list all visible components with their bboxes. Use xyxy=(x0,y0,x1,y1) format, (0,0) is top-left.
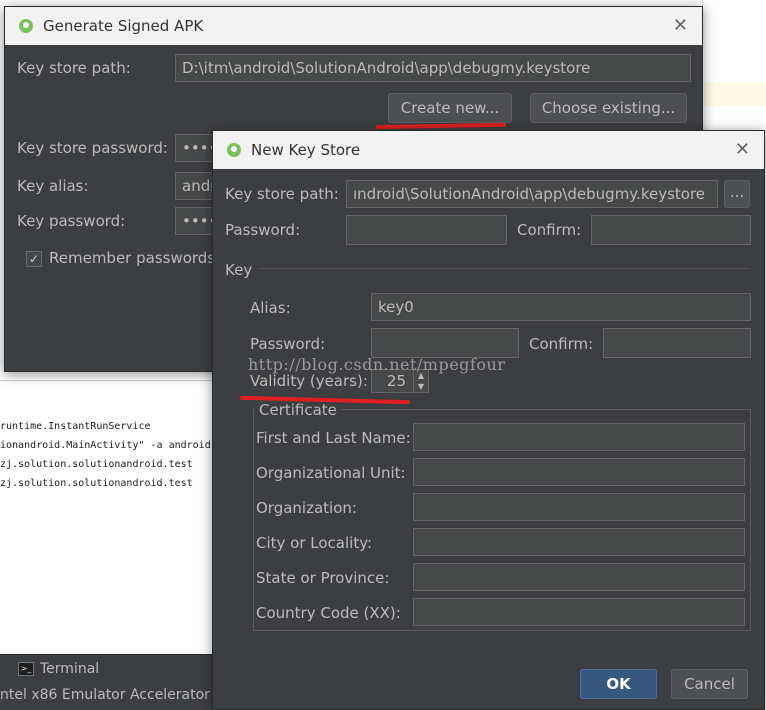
confirm-field[interactable] xyxy=(591,215,751,245)
alias-field[interactable]: key0 xyxy=(371,293,751,321)
console-line: zj.solution.solutionandroid.test xyxy=(0,459,193,470)
key-confirm-label: Confirm: xyxy=(529,335,594,353)
org-unit-field[interactable] xyxy=(413,458,745,486)
alias-label: Alias: xyxy=(250,299,291,317)
remember-passwords-label: Remember passwords xyxy=(49,249,216,267)
first-last-name-field[interactable] xyxy=(413,423,745,451)
key-section-separator xyxy=(259,268,749,269)
new-key-store-dialog: New Key Store ✕ Key store path: ındroid\… xyxy=(212,130,765,710)
key-password-field[interactable] xyxy=(371,328,519,358)
android-studio-icon xyxy=(227,143,241,157)
organization-label: Organization: xyxy=(256,499,357,517)
terminal-icon: >_ xyxy=(18,662,34,676)
close-icon[interactable]: ✕ xyxy=(673,15,688,36)
cancel-button[interactable]: Cancel xyxy=(671,669,748,699)
key-store-path-label: Key store path: xyxy=(225,185,339,203)
key-store-path-field[interactable]: D:\itm\android\SolutionAndroid\app\debug… xyxy=(175,54,691,82)
android-studio-icon xyxy=(19,19,33,33)
key-alias-label: Key alias: xyxy=(17,177,89,195)
key-store-path-label: Key store path: xyxy=(17,59,131,77)
ide-bottom-bar: >_ Terminal ntel x86 Emulator Accelerato… xyxy=(0,654,214,710)
password-label: Password: xyxy=(225,221,301,239)
confirm-label: Confirm: xyxy=(517,221,582,239)
dialog-title: New Key Store xyxy=(251,141,361,159)
city-field[interactable] xyxy=(413,528,745,556)
certificate-group-title: Certificate xyxy=(255,401,341,419)
dialog-titlebar[interactable]: New Key Store ✕ xyxy=(213,131,764,169)
browse-button[interactable]: ... xyxy=(724,180,750,208)
password-field[interactable] xyxy=(346,215,507,245)
choose-existing-button[interactable]: Choose existing... xyxy=(530,93,687,123)
key-confirm-field[interactable] xyxy=(603,328,751,358)
key-password-label: Key password: xyxy=(17,212,126,230)
terminal-tab[interactable]: >_ Terminal xyxy=(18,661,99,677)
dialog-titlebar[interactable]: Generate Signed APK ✕ xyxy=(5,7,702,45)
state-field[interactable] xyxy=(413,563,745,591)
country-code-label: Country Code (XX): xyxy=(256,604,401,622)
terminal-tab-label: Terminal xyxy=(40,661,100,677)
validity-label: Validity (years): xyxy=(250,372,368,390)
org-unit-label: Organizational Unit: xyxy=(256,464,406,482)
key-store-password-label: Key store password: xyxy=(17,139,168,157)
key-password-label: Password: xyxy=(250,335,326,353)
key-store-path-field[interactable]: ındroid\SolutionAndroid\app\debugmy.keys… xyxy=(346,180,718,208)
country-code-field[interactable] xyxy=(413,598,745,626)
console-line: runtime.InstantRunService xyxy=(0,421,151,432)
run-console: runtime.InstantRunService ionandroid.Mai… xyxy=(0,380,217,655)
ok-button[interactable]: OK xyxy=(580,669,657,699)
watermark-text: http://blog.csdn.net/mpegfour xyxy=(248,355,506,374)
console-line: ionandroid.MainActivity" -a android. xyxy=(0,440,217,451)
dialog-title: Generate Signed APK xyxy=(43,17,204,35)
close-icon[interactable]: ✕ xyxy=(735,139,750,160)
state-label: State or Province: xyxy=(256,569,390,587)
remember-passwords-checkbox[interactable]: ✓ xyxy=(26,251,42,267)
city-label: City or Locality: xyxy=(256,534,373,552)
organization-field[interactable] xyxy=(413,493,745,521)
console-line: zj.solution.solutionandroid.test xyxy=(0,478,193,489)
status-bar-text: ntel x86 Emulator Accelerator xyxy=(0,687,210,703)
key-section-label: Key xyxy=(225,261,253,279)
editor-highlight-line xyxy=(703,82,766,106)
first-last-name-label: First and Last Name: xyxy=(256,429,411,447)
create-new-button[interactable]: Create new... xyxy=(388,93,512,123)
spinner-down-icon[interactable]: ▼ xyxy=(414,381,428,392)
